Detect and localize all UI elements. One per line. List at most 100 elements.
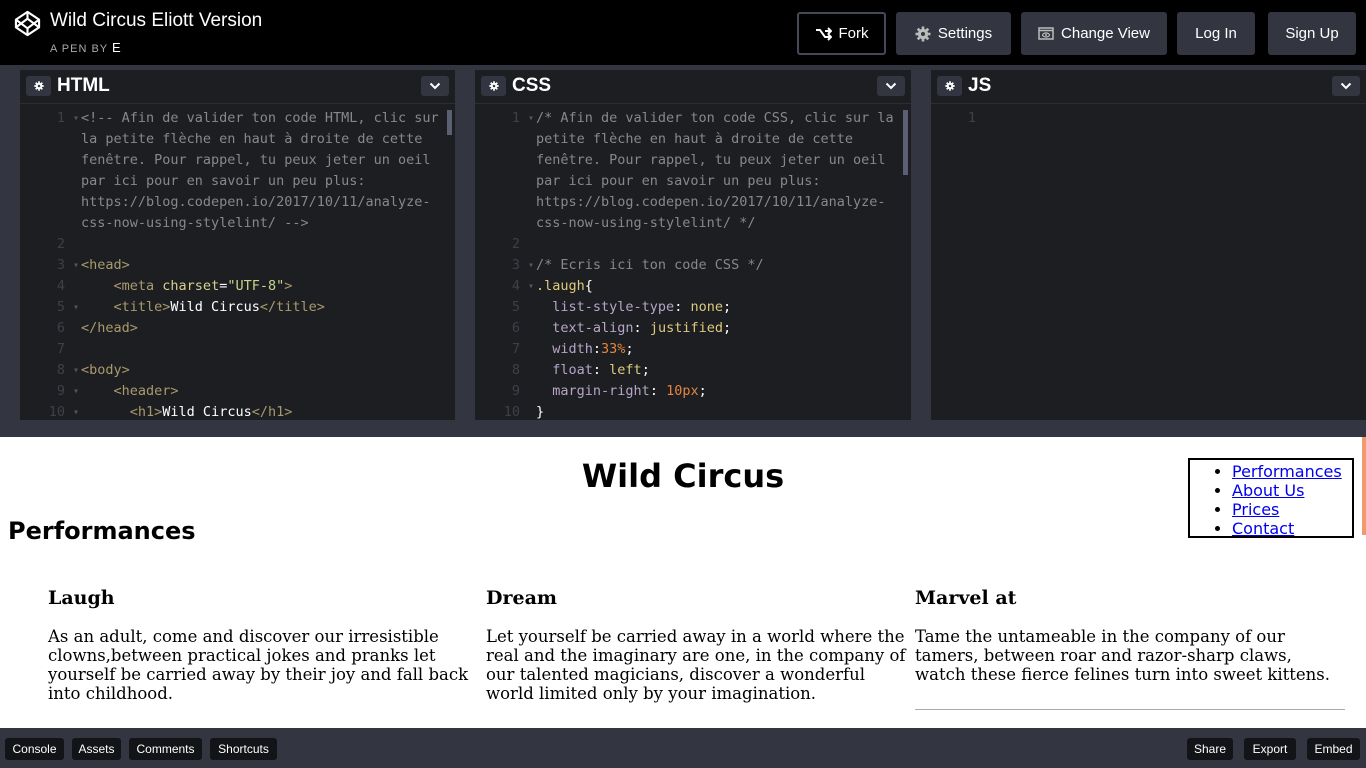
export-button[interactable]: Export (1244, 738, 1296, 760)
performance-card: Laugh As an adult, come and discover our… (48, 587, 478, 703)
shortcuts-button[interactable]: Shortcuts (210, 738, 277, 760)
html-settings-button[interactable] (26, 76, 51, 96)
js-code-input[interactable]: 1 (931, 108, 1356, 420)
line-number: 8 (20, 360, 79, 381)
code-line[interactable]: 1 (931, 108, 1356, 129)
code-line[interactable]: 1<!-- Afin de valider ton code HTML, cli… (20, 108, 445, 234)
login-button[interactable]: Log In (1177, 12, 1255, 55)
gear-icon (944, 81, 955, 91)
codepen-logo-icon[interactable] (14, 10, 41, 37)
css-scrollbar[interactable] (903, 110, 908, 175)
code-text: margin-right: 10px; (552, 383, 707, 399)
code-line[interactable]: 7 width:33%; (475, 339, 901, 360)
nav-item: About Us (1232, 481, 1352, 500)
js-collapse-button[interactable] (1332, 76, 1360, 96)
assets-button[interactable]: Assets (72, 738, 121, 760)
code-line[interactable]: 5 list-style-type: none; (475, 297, 901, 318)
code-line[interactable]: 4 <meta charset="UTF-8"> (20, 276, 445, 297)
settings-button[interactable]: Settings (896, 12, 1011, 55)
resize-handle[interactable] (0, 70, 20, 420)
html-editor-title: HTML (57, 75, 110, 96)
card-title: Marvel at (915, 587, 1017, 609)
code-line[interactable]: 8<body> (20, 360, 445, 381)
chevron-down-icon (1340, 82, 1352, 90)
nav-link-about-us[interactable]: About Us (1232, 481, 1304, 500)
code-line[interactable]: 2 (20, 234, 445, 255)
code-line[interactable]: 5 <title>Wild Circus</title> (20, 297, 445, 318)
nav-item: Performances (1232, 462, 1352, 481)
js-settings-button[interactable] (937, 76, 962, 96)
line-number: 3 (20, 255, 79, 276)
html-scrollbar[interactable] (447, 110, 452, 135)
code-line[interactable]: 2 (475, 234, 901, 255)
code-line[interactable]: 8 float: left; (475, 360, 901, 381)
code-line[interactable]: 1/* Afin de valider ton code CSS, clic s… (475, 108, 901, 234)
resize-handle[interactable] (911, 70, 931, 420)
change-view-icon (1038, 27, 1054, 40)
code-text: /* Afin de valider ton code CSS, clic su… (536, 110, 901, 231)
code-text: /* Ecris ici ton code CSS */ (536, 257, 764, 273)
js-editor-header: JS (931, 70, 1366, 104)
code-line[interactable]: 9 margin-right: 10px; (475, 381, 901, 402)
signup-button[interactable]: Sign Up (1268, 12, 1356, 55)
code-text: <body> (81, 362, 130, 378)
line-number: 4 (56, 278, 65, 294)
line-number: 10 (20, 402, 79, 420)
nav-item: Prices (1232, 500, 1352, 519)
code-line[interactable]: 6 text-align: justified; (475, 318, 901, 339)
code-text: <header> (113, 383, 179, 399)
code-text: list-style-type: none; (552, 299, 732, 315)
console-button[interactable]: Console (5, 738, 64, 760)
css-editor-title: CSS (512, 75, 552, 96)
nav-item: Contact (1232, 519, 1352, 538)
author-link[interactable]: E (112, 40, 121, 55)
gear-icon (488, 81, 499, 91)
code-line[interactable]: 6 </head> (20, 318, 445, 339)
html-code-input[interactable]: 1<!-- Afin de valider ton code HTML, cli… (20, 108, 445, 420)
code-line[interactable]: 3<head> (20, 255, 445, 276)
top-bar: Wild Circus Eliott Version A PEN BY E Fo… (0, 0, 1366, 65)
preview-scrollbar[interactable] (1362, 437, 1366, 535)
preview-heading: Wild Circus (581, 457, 785, 495)
pen-title[interactable]: Wild Circus Eliott Version (50, 10, 262, 32)
code-line[interactable]: 9 <header> (20, 381, 445, 402)
comments-button[interactable]: Comments (129, 738, 202, 760)
editor-area: HTML 1<!-- Afin de valider ton code HTML… (0, 65, 1366, 437)
embed-button[interactable]: Embed (1307, 738, 1360, 760)
line-number: 10 (503, 404, 520, 420)
code-text: } (536, 404, 545, 420)
line-number: 4 (475, 276, 534, 297)
line-number: 6 (56, 320, 65, 336)
line-number: 7 (511, 341, 520, 357)
share-button[interactable]: Share (1187, 738, 1233, 760)
code-text: <head> (81, 257, 130, 273)
gear-icon (33, 81, 44, 91)
css-settings-button[interactable] (481, 76, 506, 96)
nav-link-performances[interactable]: Performances (1232, 462, 1342, 481)
line-number: 8 (511, 362, 520, 378)
change-view-button[interactable]: Change View (1021, 12, 1167, 55)
card-title: Dream (486, 587, 557, 609)
resize-handle[interactable] (455, 70, 475, 420)
nav-link-prices[interactable]: Prices (1232, 500, 1279, 519)
code-line[interactable]: 10 <h1>Wild Circus</h1> (20, 402, 445, 420)
code-line[interactable]: 4.laugh{ (475, 276, 901, 297)
line-number: 1 (967, 110, 976, 126)
fork-icon (815, 26, 832, 41)
html-collapse-button[interactable] (421, 76, 449, 96)
code-text: </head> (81, 320, 138, 336)
code-line[interactable]: 3/* Ecris ici ton code CSS */ (475, 255, 901, 276)
nav-link-contact[interactable]: Contact (1232, 519, 1294, 538)
code-text: <title>Wild Circus</title> (113, 299, 325, 315)
code-line[interactable]: 7 (20, 339, 445, 360)
code-line[interactable]: 10} (475, 402, 901, 420)
fork-button[interactable]: Fork (797, 12, 886, 55)
css-code-input[interactable]: 1/* Afin de valider ton code CSS, clic s… (475, 108, 901, 420)
line-number: 6 (511, 320, 520, 336)
code-text: <h1>Wild Circus</h1> (129, 404, 293, 420)
card-text: Let yourself be carried away in a world … (486, 627, 906, 703)
css-collapse-button[interactable] (877, 76, 905, 96)
